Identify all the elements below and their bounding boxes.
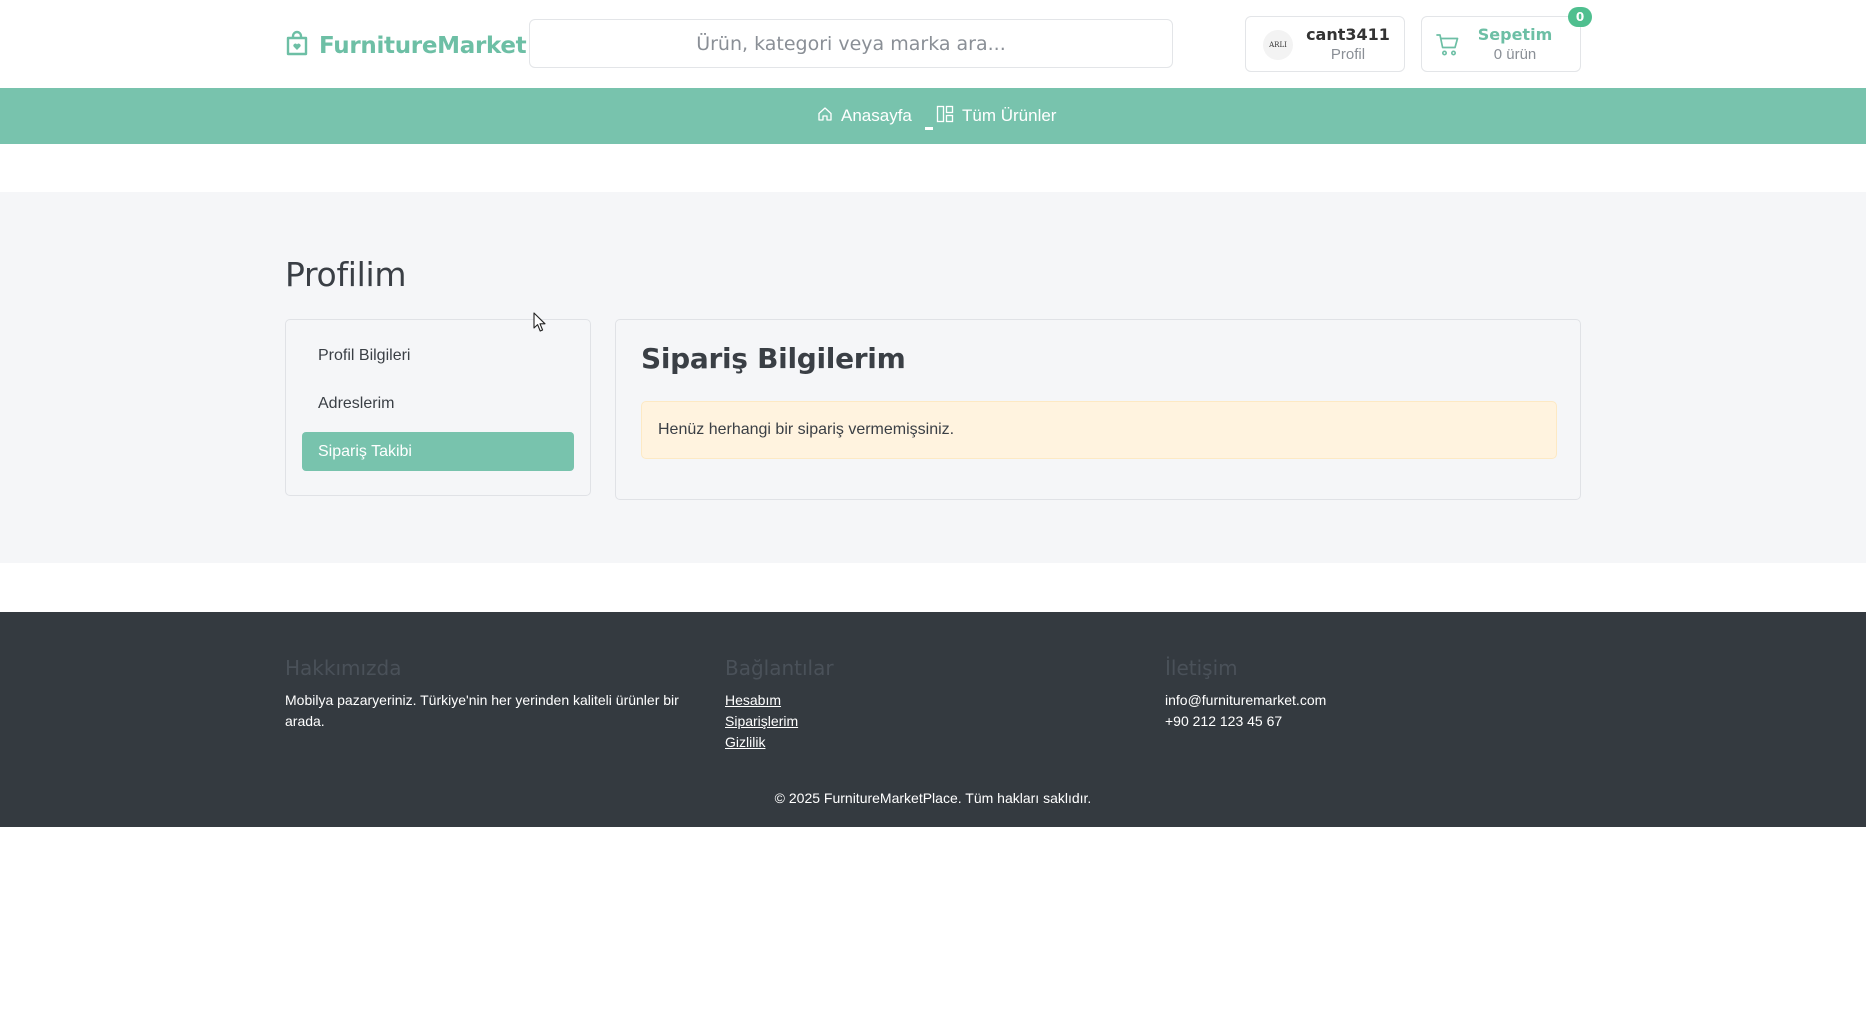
footer-link-account[interactable]: Hesabım bbox=[725, 690, 1025, 711]
profile-username: cant3411 bbox=[1306, 25, 1390, 44]
cart-count-badge: 0 bbox=[1568, 7, 1592, 27]
brand-name: FurnitureMarket bbox=[319, 32, 527, 59]
shopping-bag-icon bbox=[285, 30, 309, 61]
avatar-logo-text: ARLI bbox=[1269, 41, 1287, 49]
panel-title: Sipariş Bilgilerim bbox=[641, 342, 906, 375]
orders-panel: Sipariş Bilgilerim Henüz herhangi bir si… bbox=[615, 319, 1581, 500]
empty-orders-alert: Henüz herhangi bir sipariş vermemişsiniz… bbox=[641, 401, 1557, 459]
cart-icon bbox=[1436, 33, 1460, 62]
cart-title: Sepetim bbox=[1477, 25, 1553, 44]
nav-item-label: Anasayfa bbox=[841, 106, 912, 125]
search-input[interactable] bbox=[530, 20, 1172, 67]
search-bar bbox=[529, 19, 1173, 68]
footer-about: Hakkımızda Mobilya pazaryeriniz. Türkiye… bbox=[285, 656, 705, 732]
footer-contact: İletişim info@furnituremarket.com +90 21… bbox=[1165, 656, 1465, 732]
footer-phone: +90 212 123 45 67 bbox=[1165, 713, 1283, 729]
nav-item-all-products[interactable]: Tüm Ürünler bbox=[936, 88, 1056, 144]
home-icon bbox=[817, 106, 833, 127]
nav-item-label: Tüm Ürünler bbox=[962, 106, 1057, 125]
copyright-text: © 2025 FurnitureMarketPlace. Tüm hakları… bbox=[774, 790, 1092, 806]
mouse-cursor-icon bbox=[533, 312, 547, 338]
footer-about-text: Mobilya pazaryeriniz. Türkiye'nin her ye… bbox=[285, 692, 679, 729]
footer-link-privacy[interactable]: Gizlilik bbox=[725, 732, 1025, 753]
profile-button[interactable]: ARLI cant3411 Profil bbox=[1245, 16, 1405, 72]
profile-side-menu: Profil Bilgileri Adreslerim Sipariş Taki… bbox=[285, 319, 591, 496]
side-menu-item-profile-info[interactable]: Profil Bilgileri bbox=[302, 336, 574, 375]
grid-icon bbox=[936, 105, 954, 128]
footer-heading: Bağlantılar bbox=[725, 656, 834, 680]
cart-item-count: 0 ürün bbox=[1493, 46, 1537, 63]
brand-logo[interactable]: FurnitureMarket bbox=[285, 30, 527, 61]
page-title: Profilim bbox=[285, 255, 407, 294]
site-footer: Hakkımızda Mobilya pazaryeriniz. Türkiye… bbox=[0, 612, 1866, 827]
cart-button[interactable]: Sepetim 0 ürün bbox=[1421, 16, 1581, 72]
footer-link-orders[interactable]: Siparişlerim bbox=[725, 711, 1025, 732]
footer-email: info@furnituremarket.com bbox=[1165, 692, 1327, 708]
footer-heading: Hakkımızda bbox=[285, 656, 402, 680]
side-menu-item-addresses[interactable]: Adreslerim bbox=[302, 384, 574, 423]
nav-active-indicator bbox=[925, 127, 933, 130]
footer-links: Bağlantılar Hesabım Siparişlerim Gizlili… bbox=[725, 656, 1025, 753]
main-nav: Anasayfa Tüm Ürünler bbox=[0, 88, 1866, 144]
nav-item-home[interactable]: Anasayfa bbox=[817, 88, 912, 144]
footer-heading: İletişim bbox=[1165, 656, 1238, 680]
avatar: ARLI bbox=[1263, 30, 1293, 60]
side-menu-item-order-tracking[interactable]: Sipariş Takibi bbox=[302, 432, 574, 471]
profile-label: Profil bbox=[1330, 46, 1366, 63]
site-header: FurnitureMarket ARLI cant3411 Profil Sep… bbox=[0, 0, 1866, 88]
